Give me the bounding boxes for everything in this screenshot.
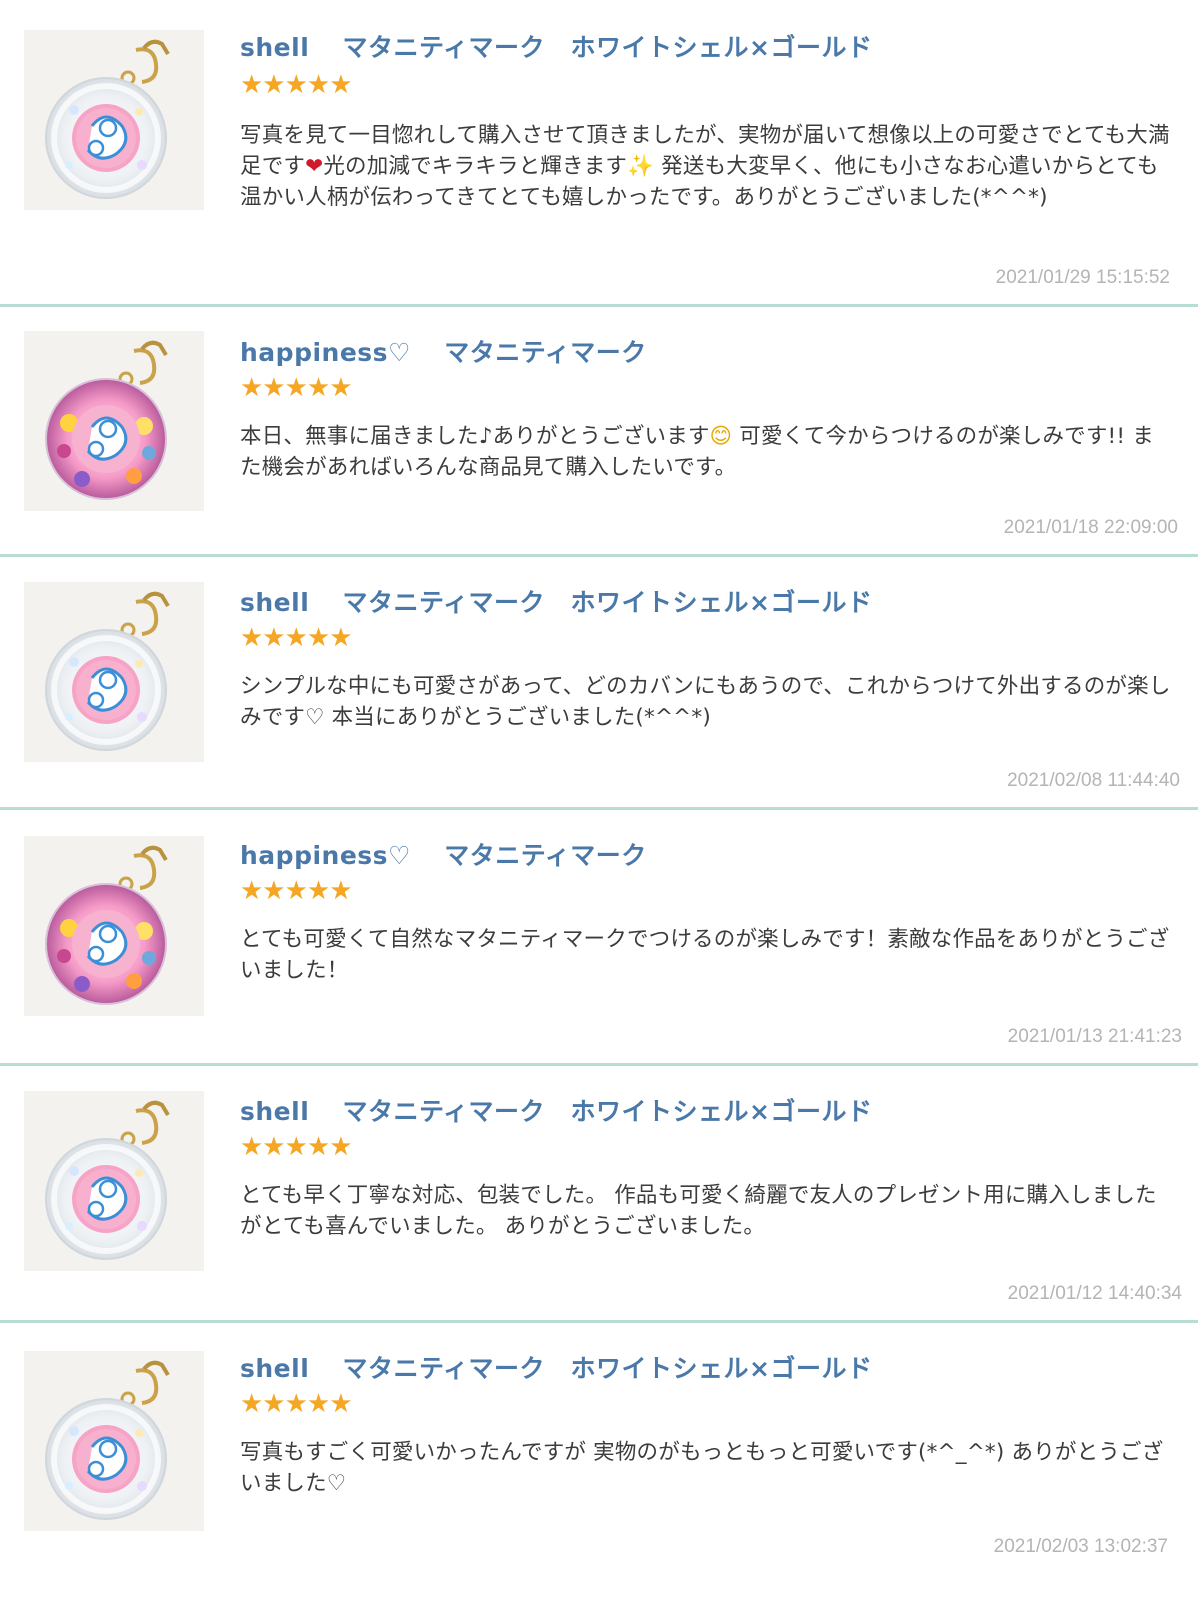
product-thumbnail[interactable] [24,331,204,511]
product-thumbnail[interactable] [24,582,204,762]
reviewer-name[interactable]: shell [240,588,309,617]
review-item: happiness♡ マタニティマーク ★★★★★ 本日、無事に届きました♪あり… [0,307,1200,557]
review-date: 2021/01/12 14:40:34 [1007,1283,1182,1304]
product-name[interactable]: マタニティマーク ホワイトシェル×ゴールド [343,588,873,617]
rating-stars: ★★★★★ [240,876,353,906]
keychain-charm-image [24,1351,204,1531]
review-comment: 写真を見て一目惚れして購入させて頂きましたが、実物が届いて想像以上の可愛さでとて… [240,120,1175,213]
reviewer-name[interactable]: happiness♡ [240,841,411,870]
product-thumbnail[interactable] [24,1351,204,1531]
product-thumbnail[interactable] [24,30,204,210]
review-header: shell マタニティマーク ホワイトシェル×ゴールド [240,1092,872,1128]
review-item: shell マタニティマーク ホワイトシェル×ゴールド ★★★★★ 写真を見て一… [0,0,1200,307]
rating-stars: ★★★★★ [240,70,353,100]
review-date: 2021/02/08 11:44:40 [1007,770,1180,791]
reviewer-name[interactable]: happiness♡ [240,338,411,367]
review-header: shell マタニティマーク ホワイトシェル×ゴールド [240,583,872,619]
reviewer-name[interactable]: shell [240,1354,309,1383]
keychain-charm-image [24,836,204,1016]
review-date: 2021/01/13 21:41:23 [1007,1026,1182,1047]
comment-text: 本日、無事に届きました♪ありがとうございます [240,424,710,449]
review-header: happiness♡ マタニティマーク [240,836,647,872]
review-comment: とても早く丁寧な対応、包装でした。 作品も可愛く綺麗で友人のプレゼント用に購入し… [240,1183,1157,1239]
review-item: happiness♡ マタニティマーク ★★★★★ とても可愛くて自然なマタニテ… [0,810,1200,1066]
review-comment: シンプルな中にも可愛さがあって、どのカバンにもあうので、これからつけて外出するの… [240,674,1171,730]
review-list: shell マタニティマーク ホワイトシェル×ゴールド ★★★★★ 写真を見て一… [0,0,1200,1618]
keychain-charm-image [24,30,204,210]
review-comment: 写真もすごく可愛いかったんですが 実物のがもっともっと可愛いです(*^_^*) … [240,1440,1164,1496]
heart-icon: ❤ [305,154,324,179]
review-header: shell マタニティマーク ホワイトシェル×ゴールド [240,1349,872,1385]
product-name[interactable]: マタニティマーク [444,338,647,367]
rating-stars: ★★★★★ [240,1132,353,1162]
rating-stars: ★★★★★ [240,623,353,653]
review-comment: 本日、無事に届きました♪ありがとうございます😊 可愛くて今からつけるのが楽しみで… [240,421,1175,483]
keychain-charm-image [24,582,204,762]
review-comment: とても可愛くて自然なマタニティマークでつけるのが楽しみです！素敵な作品をありがと… [240,927,1170,983]
review-item: shell マタニティマーク ホワイトシェル×ゴールド ★★★★★ とても早く丁… [0,1066,1200,1323]
review-item: shell マタニティマーク ホワイトシェル×ゴールド ★★★★★ シンプルな中… [0,557,1200,810]
rating-stars: ★★★★★ [240,1389,353,1419]
review-date: 2021/02/03 13:02:37 [993,1536,1168,1557]
review-date: 2021/01/18 22:09:00 [1003,517,1178,538]
comment-text: 光の加減でキラキラと輝きます [323,154,628,179]
product-name[interactable]: マタニティマーク ホワイトシェル×ゴールド [343,1354,873,1383]
review-header: shell マタニティマーク ホワイトシェル×ゴールド [240,28,872,64]
review-item: shell マタニティマーク ホワイトシェル×ゴールド ★★★★★ 写真もすごく… [0,1323,1200,1618]
review-header: happiness♡ マタニティマーク [240,333,647,369]
review-date: 2021/01/29 15:15:52 [995,267,1170,288]
sparkles-icon: ✨ [627,154,655,179]
product-name[interactable]: マタニティマーク ホワイトシェル×ゴールド [343,33,873,62]
reviewer-name[interactable]: shell [240,1097,309,1126]
product-name[interactable]: マタニティマーク ホワイトシェル×ゴールド [343,1097,873,1126]
product-name[interactable]: マタニティマーク [444,841,647,870]
smile-icon: 😊 [709,424,733,449]
keychain-charm-image [24,1091,204,1271]
rating-stars: ★★★★★ [240,373,353,403]
product-thumbnail[interactable] [24,1091,204,1271]
product-thumbnail[interactable] [24,836,204,1016]
reviewer-name[interactable]: shell [240,33,309,62]
keychain-charm-image [24,331,204,511]
